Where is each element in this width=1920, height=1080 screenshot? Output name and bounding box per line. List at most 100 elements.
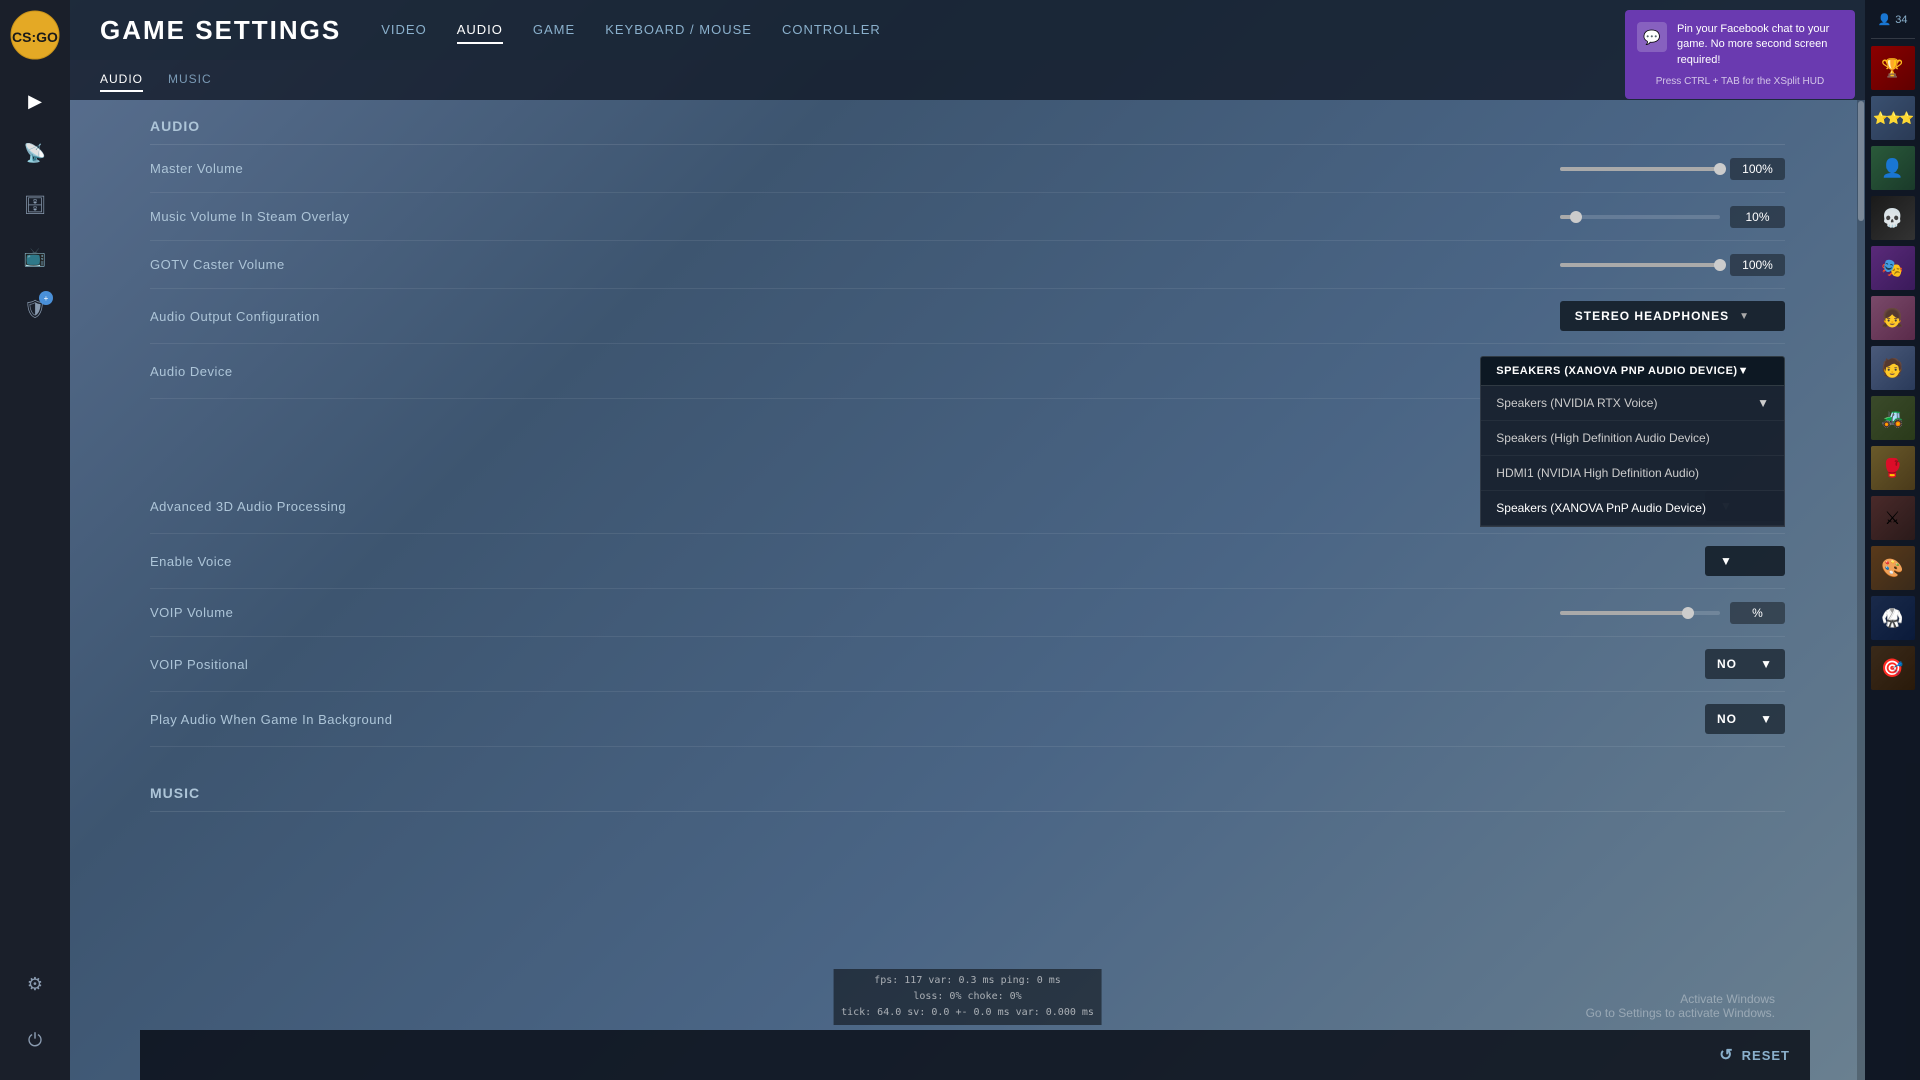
dropdown-voip-positional[interactable]: NO ▼ [1705, 649, 1785, 679]
tab-audio[interactable]: Audio [457, 17, 503, 44]
watermark: Activate Windows Go to Settings to activ… [1586, 992, 1775, 1020]
setting-row-voip-positional: VOIP Positional NO ▼ [150, 637, 1785, 692]
reset-label: RESET [1742, 1048, 1790, 1063]
player-avatar-2[interactable]: 👤 [1871, 146, 1915, 190]
player-avatar-5[interactable]: 👧 [1871, 296, 1915, 340]
player-avatar-8[interactable]: 🥊 [1871, 446, 1915, 490]
play-icon: ▶ [28, 91, 42, 112]
scrollbar-thumb [1858, 101, 1864, 221]
nav-tabs: Video Audio Game Keyboard / Mouse Contro… [381, 17, 881, 44]
dropdown-bg-audio[interactable]: NO ▼ [1705, 704, 1785, 734]
notification-content: 💬 Pin your Facebook chat to your game. N… [1637, 22, 1843, 68]
audio-device-option-label-3: Speakers (XANOVA PnP Audio Device) [1496, 501, 1706, 515]
debug-overlay: fps: 117 var: 0.3 ms ping: 0 ms loss: 0%… [833, 969, 1102, 1025]
briefcase-icon: 🗄 [24, 195, 47, 216]
sidebar-item-antenna[interactable]: 📡 [15, 133, 55, 173]
audio-device-option-1[interactable]: Speakers (High Definition Audio Device) [1481, 421, 1784, 456]
audio-device-menu: Speakers (NVIDIA RTX Voice) ▼ Speakers (… [1480, 386, 1785, 527]
tab-controller[interactable]: Controller [782, 17, 881, 44]
notification-popup: 💬 Pin your Facebook chat to your game. N… [1625, 10, 1855, 99]
debug-line-1: fps: 117 var: 0.3 ms ping: 0 ms [841, 973, 1094, 989]
label-audio-device: Audio Device [150, 364, 530, 379]
player-avatar-3[interactable]: 💀 [1871, 196, 1915, 240]
player-avatar-0[interactable]: 🏆 [1871, 46, 1915, 90]
tab-game[interactable]: Game [533, 17, 575, 44]
sub-tabs: Audio Music [70, 60, 1865, 100]
setting-row-enable-voice: Enable Voice ▼ [150, 534, 1785, 589]
player-count: 👤 34 [1878, 5, 1908, 34]
content-area: Audio Master Volume 100% Music Volume I [70, 100, 1865, 1080]
audio-device-current: SPEAKERS (XANOVA PNP AUDIO DEVICE) [1496, 365, 1737, 377]
audio-device-option-3[interactable]: Speakers (XANOVA PnP Audio Device) [1481, 491, 1784, 526]
notification-chat-icon: 💬 [1637, 22, 1667, 52]
setting-row-gotv-volume: GOTV Caster Volume 100% [150, 241, 1785, 289]
sidebar-item-watch[interactable]: 📺 [15, 237, 55, 277]
slider-music-volume: 10% [530, 206, 1785, 228]
sub-tab-music[interactable]: Music [168, 68, 212, 92]
player-avatar-12[interactable]: 🎯 [1871, 646, 1915, 690]
main-area: GAME SETTINGS Video Audio Game Keyboard … [70, 0, 1865, 1080]
tab-keyboard-mouse[interactable]: Keyboard / Mouse [605, 17, 752, 44]
audio-device-option-2[interactable]: HDMI1 (NVIDIA High Definition Audio) [1481, 456, 1784, 491]
audio-device-option-label-1: Speakers (High Definition Audio Device) [1496, 431, 1709, 445]
music-section-title: Music [150, 767, 1785, 812]
label-audio-output: Audio Output Configuration [150, 309, 530, 324]
slider-track-gotv[interactable] [1560, 263, 1720, 267]
dropdown-audio-device[interactable]: SPEAKERS (XANOVA PNP AUDIO DEVICE) ▼ Spe… [1480, 356, 1785, 386]
chevron-down-icon-device: ▼ [1738, 365, 1749, 377]
dropdown-audio-output[interactable]: STEREO HEADPHONES ▼ [1560, 301, 1785, 331]
slider-track-master[interactable] [1560, 167, 1720, 171]
chevron-down-icon-0: ▼ [1757, 396, 1769, 410]
power-icon: ⏻ [28, 1030, 42, 1051]
audio-device-option-0[interactable]: Speakers (NVIDIA RTX Voice) ▼ [1481, 386, 1784, 421]
sidebar-item-settings[interactable]: ⚙ [15, 964, 55, 1004]
slider-thumb-voip [1682, 607, 1694, 619]
control-audio-output: STEREO HEADPHONES ▼ [530, 301, 1785, 331]
player-avatar-6[interactable]: 🧑 [1871, 346, 1915, 390]
settings-panel: Audio Master Volume 100% Music Volume I [150, 100, 1785, 812]
sidebar-item-play[interactable]: ▶ [15, 81, 55, 121]
slider-value-gotv: 100% [1730, 254, 1785, 276]
setting-row-master-volume: Master Volume 100% [150, 145, 1785, 193]
debug-line-3: tick: 64.0 sv: 0.0 +- 0.0 ms var: 0.000 … [841, 1005, 1094, 1021]
csgo-logo[interactable]: CS:GO [10, 10, 60, 60]
slider-master-volume: 100% [530, 158, 1785, 180]
scrollbar[interactable] [1857, 100, 1865, 1080]
reset-button[interactable]: ↺ RESET [1719, 1045, 1790, 1065]
player-avatar-4[interactable]: 🎭 [1871, 246, 1915, 290]
control-music-volume: 10% [530, 206, 1785, 228]
player-icon: 👤 [1878, 13, 1892, 26]
chat-icon: 💬 [1643, 29, 1660, 46]
reset-icon: ↺ [1719, 1045, 1733, 1065]
right-panel: 💬 Pin your Facebook chat to your game. N… [1865, 0, 1920, 1080]
dropdown-enable-voice[interactable]: ▼ [1705, 546, 1785, 576]
control-voip-volume: % [530, 602, 1785, 624]
audio-device-selected-value[interactable]: SPEAKERS (XANOVA PNP AUDIO DEVICE) ▼ [1480, 356, 1785, 386]
sidebar-item-shield[interactable]: 🛡 + [15, 289, 55, 329]
slider-gotv-volume: 100% [530, 254, 1785, 276]
slider-track-music[interactable] [1560, 215, 1720, 219]
tab-video[interactable]: Video [381, 17, 426, 44]
control-gotv-volume: 100% [530, 254, 1785, 276]
player-avatar-11[interactable]: 🥋 [1871, 596, 1915, 640]
setting-row-music-volume: Music Volume In Steam Overlay 10% [150, 193, 1785, 241]
slider-fill-master [1560, 167, 1720, 171]
audio-device-option-label-2: HDMI1 (NVIDIA High Definition Audio) [1496, 466, 1699, 480]
control-master-volume: 100% [530, 158, 1785, 180]
label-bg-audio: Play Audio When Game In Background [150, 712, 530, 727]
sidebar-item-inventory[interactable]: 🗄 [15, 185, 55, 225]
sub-tab-audio[interactable]: Audio [100, 68, 143, 92]
slider-fill-gotv [1560, 263, 1720, 267]
player-avatar-1[interactable]: ⭐⭐⭐ [1871, 96, 1915, 140]
sidebar-item-power[interactable]: ⏻ [15, 1020, 55, 1060]
player-divider [1871, 38, 1915, 39]
player-avatar-9[interactable]: ⚔ [1871, 496, 1915, 540]
badge-plus: + [39, 291, 53, 305]
player-avatar-7[interactable]: 🚜 [1871, 396, 1915, 440]
page-title: GAME SETTINGS [100, 15, 341, 46]
svg-text:CS:GO: CS:GO [12, 29, 58, 45]
slider-track-voip[interactable] [1560, 611, 1720, 615]
chevron-down-icon: ▼ [1739, 311, 1750, 322]
player-avatar-10[interactable]: 🎨 [1871, 546, 1915, 590]
control-bg-audio: NO ▼ [530, 704, 1785, 734]
